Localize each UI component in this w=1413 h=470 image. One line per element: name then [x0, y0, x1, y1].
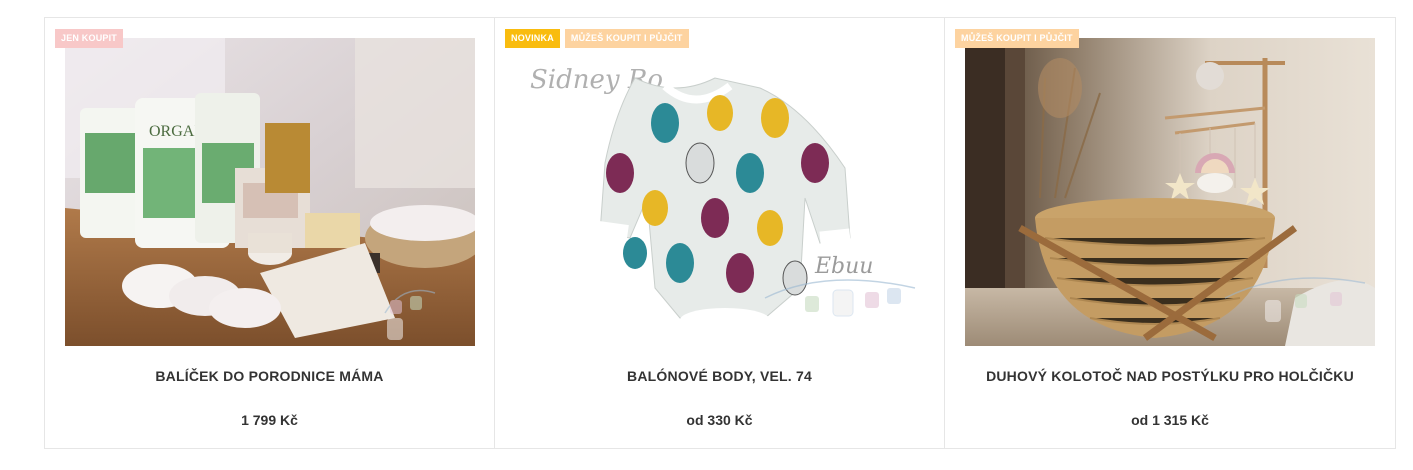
product-flags: NOVINKA MŮŽEŠ KOUPIT I PŮJČIT [505, 29, 689, 48]
product-card[interactable]: NOVINKA MŮŽEŠ KOUPIT I PŮJČIT Sidney Ro [495, 18, 945, 448]
product-price: 1 799 Kč [241, 412, 298, 428]
product-image[interactable]: ORGANYC [65, 38, 475, 346]
product-price: od 1 315 Kč [1131, 412, 1209, 428]
product-name[interactable]: DUHOVÝ KOLOTOČ NAD POSTÝLKU PRO HOLČIČKU [945, 368, 1395, 384]
flag-buy-or-rent: MŮŽEŠ KOUPIT I PŮJČIT [955, 29, 1079, 48]
product-flags: MŮŽEŠ KOUPIT I PŮJČIT [955, 29, 1079, 48]
rainbow-mobile-image [965, 38, 1375, 346]
watermark-bottom: Ebuu [814, 254, 873, 279]
product-name[interactable]: BALÓNOVÉ BODY, VEL. 74 [495, 368, 944, 384]
product-card[interactable]: JEN KOUPIT ORGANYC BALÍČEK DO PORODNICE … [45, 18, 495, 448]
product-name[interactable]: BALÍČEK DO PORODNICE MÁMA [45, 368, 494, 384]
product-grid: JEN KOUPIT ORGANYC BALÍČEK DO PORODNICE … [44, 17, 1396, 449]
balloon-bodysuit-image: Sidney Ro Ebuu [515, 38, 925, 346]
flag-buy-or-rent: MŮŽEŠ KOUPIT I PŮJČIT [564, 29, 689, 48]
maternity-bundle-image: ORGANYC [65, 38, 475, 346]
flag-buy-only: JEN KOUPIT [55, 29, 124, 48]
product-image[interactable]: Sidney Ro Ebuu [515, 38, 925, 346]
product-flags: JEN KOUPIT [55, 29, 124, 48]
flag-new: NOVINKA [505, 29, 560, 48]
product-price: od 330 Kč [686, 412, 753, 428]
product-card[interactable]: MŮŽEŠ KOUPIT I PŮJČIT DUHOVÝ KOLOTOČ NAD… [945, 18, 1395, 448]
product-image[interactable] [965, 38, 1375, 346]
